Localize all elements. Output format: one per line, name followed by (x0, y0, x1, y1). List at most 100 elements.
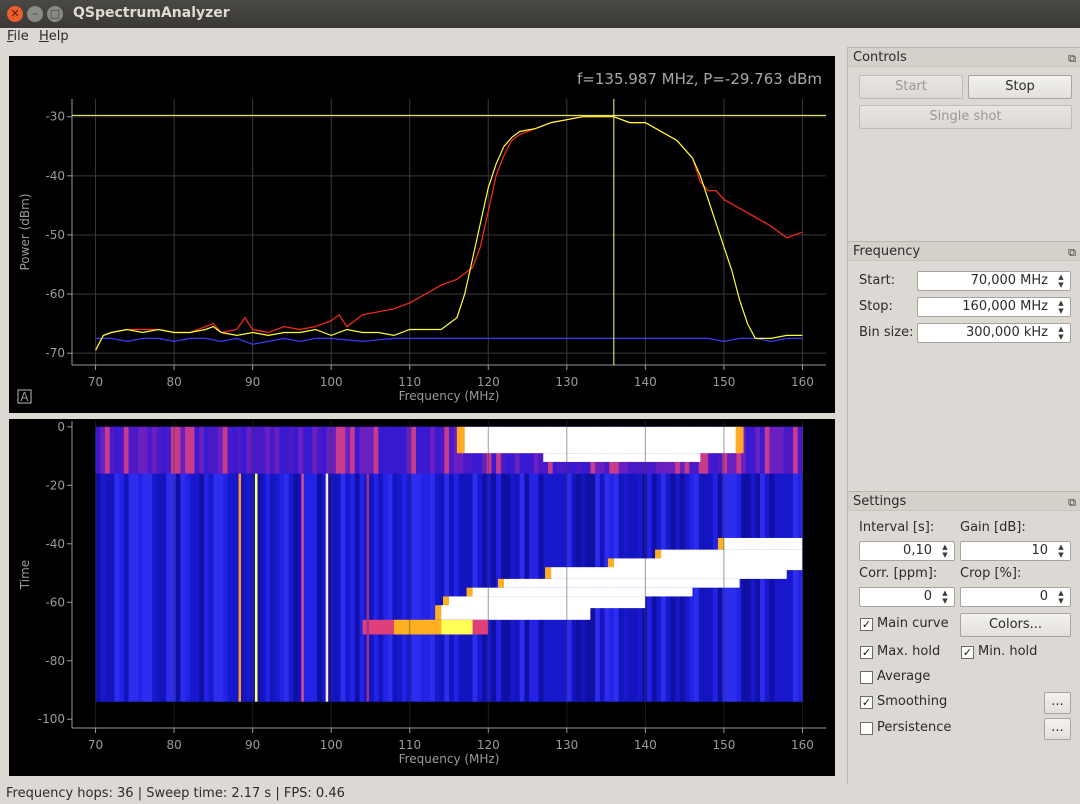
heatmap-carrier-line (325, 473, 329, 702)
heatmap-band-cell (764, 426, 770, 474)
heatmap-band-cell (269, 426, 276, 474)
heatmap-band-cell (449, 426, 455, 474)
single-shot-button[interactable]: Single shot (859, 105, 1072, 129)
heatmap-band-cell (218, 426, 224, 474)
heatmap-band-cell (755, 426, 761, 474)
minimize-window-button[interactable]: – (27, 6, 43, 22)
spin-arrows-icon[interactable]: ▲ ▼ (1054, 273, 1068, 289)
start-frequency-input[interactable]: 70,000 MHz ▲ ▼ (917, 271, 1071, 291)
series-line-0 (95, 116, 803, 351)
heatmap-band-cell (128, 426, 134, 474)
dock-area: Controls ⧉ Start Stop Single shot Freque… (847, 47, 1080, 784)
spin-arrows-icon[interactable]: ▲ ▼ (1054, 589, 1068, 605)
heatmap-band-cell (175, 426, 181, 474)
persistence-checkbox[interactable] (860, 722, 873, 735)
waterfall-plot[interactable]: 70 80 90 100 110 120 130 140 150 160 0 -20 -40 -60 -80… (9, 419, 835, 776)
main-curve-checkbox[interactable]: ✓ (860, 618, 873, 631)
y-axis-label: Power (dBm) (18, 194, 32, 271)
heatmap-band-cell (241, 426, 247, 474)
title-bar: ✕ – □ QSpectrumAnalyzer (0, 0, 1080, 28)
float-icon[interactable]: ⧉ (1068, 493, 1076, 512)
stop-frequency-label: Stop: (859, 299, 893, 314)
y-tick-label: -40 (45, 537, 65, 551)
stop-frequency-input[interactable]: 160,000 MHz ▲ ▼ (917, 297, 1071, 317)
interval-input[interactable]: 0,10 ▲ ▼ (859, 541, 955, 561)
heatmap-band-cell (298, 426, 304, 474)
x-tick-label: 110 (398, 738, 421, 752)
heatmap-band-cell (760, 426, 766, 474)
spin-arrows-icon[interactable]: ▲ ▼ (1054, 543, 1068, 559)
start-button[interactable]: Start (859, 75, 963, 99)
max-hold-checkbox[interactable]: ✓ (860, 646, 873, 659)
y-tick-label: -40 (45, 169, 65, 183)
min-hold-checkbox[interactable]: ✓ (961, 646, 974, 659)
heatmap-band-cell (156, 426, 163, 474)
spectrum-plot[interactable]: 70 80 90 100 110 120 130 140 150 160 -30 -40 -50 -60 -… (9, 56, 835, 413)
auto-range-icon: A (20, 390, 29, 404)
heatmap-band-cell (340, 426, 346, 474)
heatmap-band-cell (251, 426, 257, 474)
heatmap-band-cell (312, 426, 318, 474)
y-tick-label: -50 (45, 228, 65, 242)
heatmap-band-cell (416, 426, 422, 474)
cursor-readout: f=135.987 MHz, P=-29.763 dBm (577, 70, 822, 88)
menu-file[interactable]: File (7, 29, 29, 44)
close-icon: ✕ (10, 7, 20, 20)
heatmap-band-cell (350, 426, 356, 474)
average-checkbox[interactable] (860, 671, 873, 684)
menu-help[interactable]: Help (39, 29, 69, 44)
heatmap-band-cell (208, 426, 214, 474)
heatmap-band-cell (161, 426, 167, 474)
x-tick-label: 130 (555, 738, 578, 752)
heatmap-band-cell (109, 426, 115, 474)
heatmap-band-cell (778, 426, 785, 474)
heatmap-streak (503, 578, 740, 588)
settings-dock-title[interactable]: Settings ⧉ (848, 491, 1080, 511)
x-tick-label: 160 (791, 738, 814, 752)
heatmap-band-cell (199, 426, 205, 474)
series-line-1 (95, 116, 803, 351)
heatmap-band-cell (133, 426, 139, 474)
frequency-dock-title[interactable]: Frequency ⧉ (848, 241, 1080, 261)
corr-input[interactable]: 0 ▲ ▼ (859, 587, 955, 607)
colors-button[interactable]: Colors... (960, 613, 1071, 637)
heatmap-band-cell (439, 426, 445, 474)
heatmap-band-cell (307, 426, 313, 474)
corr-label: Corr. [ppm]: (859, 566, 938, 581)
heatmap-band-cell (788, 426, 794, 474)
heatmap-band-cell (246, 426, 252, 474)
smoothing-label: Smoothing (877, 694, 948, 709)
spin-arrows-icon[interactable]: ▲ ▼ (938, 589, 952, 605)
heatmap-streak (441, 605, 591, 620)
crop-input[interactable]: 0 ▲ ▼ (960, 587, 1071, 607)
maximize-window-button[interactable]: □ (47, 6, 63, 22)
x-tick-label: 70 (88, 375, 103, 389)
stop-button[interactable]: Stop (968, 75, 1072, 99)
persistence-options-button[interactable]: ... (1044, 718, 1071, 740)
dock-splitter[interactable] (839, 47, 847, 784)
smoothing-options-button[interactable]: ... (1044, 692, 1071, 714)
heatmap-band-cell (189, 426, 196, 474)
controls-dock-title[interactable]: Controls ⧉ (848, 47, 1080, 67)
heatmap-band-cell (406, 426, 412, 474)
spin-arrows-icon[interactable]: ▲ ▼ (1054, 325, 1068, 341)
menu-file-rest: ile (13, 29, 29, 44)
spin-arrows-icon[interactable]: ▲ ▼ (1054, 299, 1068, 315)
gain-input[interactable]: 10 ▲ ▼ (960, 541, 1071, 561)
heatmap-band-cell (100, 426, 106, 474)
float-icon[interactable]: ⧉ (1068, 49, 1076, 68)
heatmap-band-cell (411, 426, 417, 474)
heatmap-streak (723, 537, 803, 550)
menu-help-accel: H (39, 29, 49, 44)
heatmap-band-cell (194, 426, 200, 474)
persistence-label: Persistence (877, 720, 952, 735)
bin-size-input[interactable]: 300,000 kHz ▲ ▼ (917, 323, 1071, 343)
smoothing-checkbox[interactable]: ✓ (860, 696, 873, 709)
heatmap-band-cell (104, 426, 111, 474)
heatmap-band-cell (364, 426, 370, 474)
heatmap-band-cell (774, 426, 780, 474)
x-tick-label: 100 (320, 738, 343, 752)
spin-arrows-icon[interactable]: ▲ ▼ (938, 543, 952, 559)
close-window-button[interactable]: ✕ (7, 6, 23, 22)
float-icon[interactable]: ⧉ (1068, 243, 1076, 262)
